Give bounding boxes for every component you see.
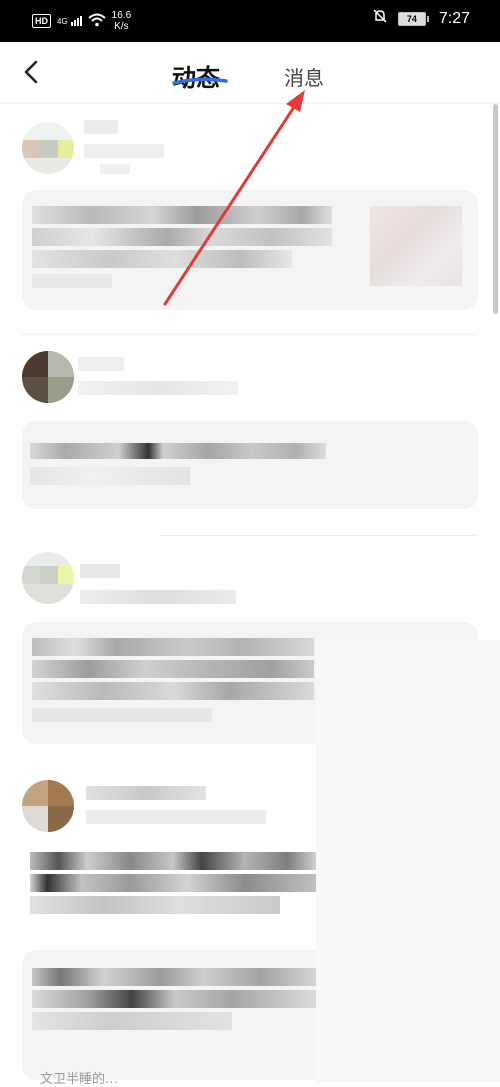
feed-post[interactable] (0, 104, 500, 335)
back-button[interactable] (18, 58, 46, 86)
network-speed: 16.6 K/s (112, 10, 131, 32)
battery-level: 74 (397, 11, 426, 26)
speed-value: 16.6 (111, 10, 132, 21)
hd-badge: HD (32, 14, 51, 28)
avatar[interactable] (22, 552, 74, 604)
tab-messages[interactable]: 消息 (284, 62, 324, 91)
status-bar: HD 4G 16.6 K/s 74 7:27 (0, 0, 500, 42)
back-arrow-icon (24, 60, 38, 84)
tab-active-underline (172, 77, 228, 85)
avatar[interactable] (22, 351, 74, 403)
mute-bell-icon (372, 8, 388, 29)
battery-icon: 74 (397, 11, 429, 26)
signal-icon: 4G (57, 16, 82, 26)
post-partial-text: 文卫半睡的… (40, 1072, 119, 1087)
feed-post[interactable] (0, 335, 500, 536)
status-left: HD 4G 16.6 K/s (32, 10, 131, 32)
post-content-card[interactable] (22, 190, 478, 310)
scrollbar[interactable] (493, 104, 498, 314)
avatar[interactable] (22, 122, 74, 174)
clock: 7:27 (438, 9, 470, 27)
header: 动态 消息 (0, 42, 500, 104)
network-type-label: 4G (57, 17, 68, 26)
watermark-overlay (316, 640, 500, 1083)
avatar[interactable] (22, 780, 74, 832)
status-right: 74 7:27 (372, 8, 470, 29)
post-content-card[interactable] (22, 421, 478, 509)
speed-unit: K/s (114, 21, 129, 32)
wifi-icon (88, 13, 106, 30)
